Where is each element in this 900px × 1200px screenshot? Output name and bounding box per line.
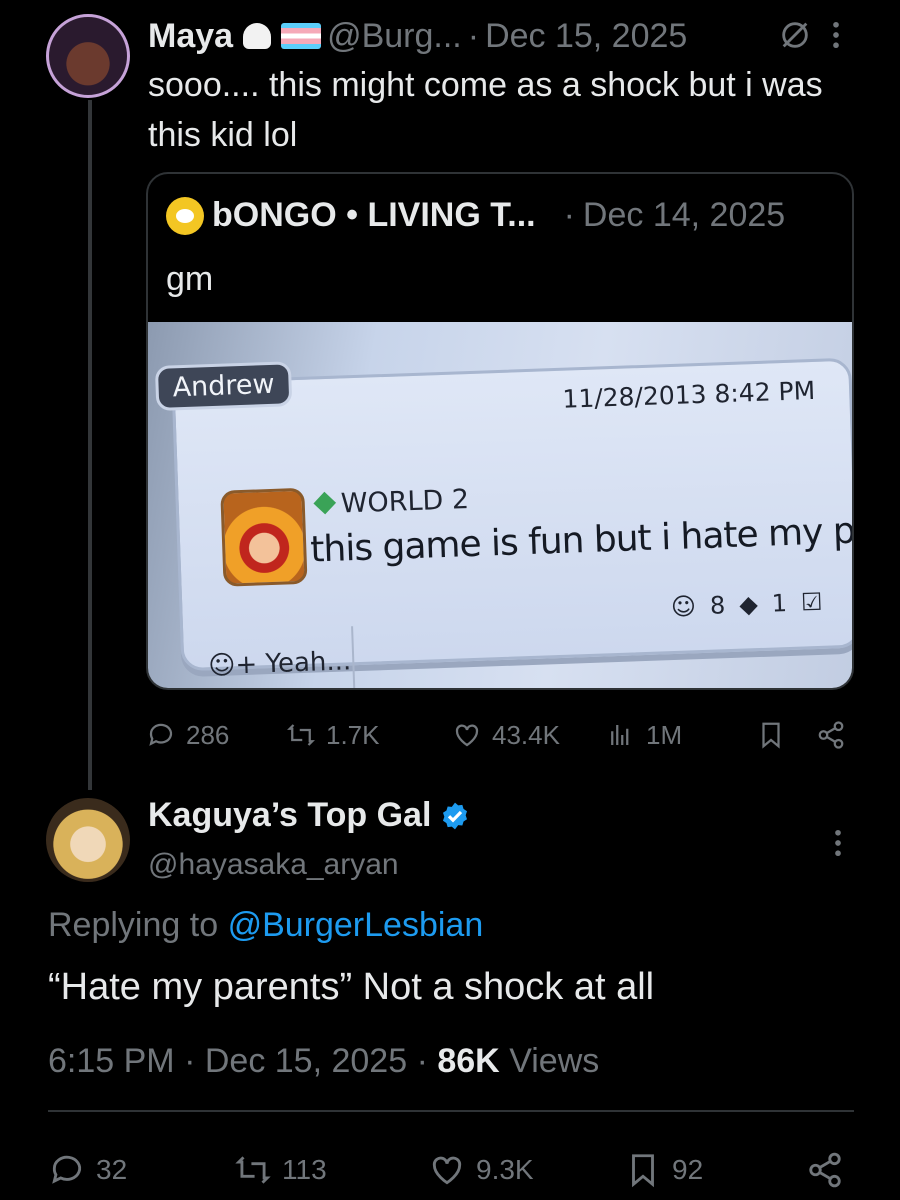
share-icon — [818, 721, 844, 749]
yeah-icon: ☺+ — [207, 649, 267, 682]
repost-count: 1.7K — [326, 719, 380, 750]
replying-to: Replying to @BurgerLesbian — [48, 906, 483, 945]
post-text: sooo.... this might come as a shock but … — [148, 66, 823, 154]
reply-icon — [149, 723, 173, 746]
separator: · — [416, 1042, 428, 1080]
share-button[interactable] — [806, 1146, 844, 1194]
post-header: Maya @Burg... · Dec 15, 2025 — [148, 14, 687, 58]
repost-button[interactable]: 113 — [234, 1146, 327, 1194]
views-button[interactable]: 1M — [606, 712, 682, 758]
separator: · — [184, 1042, 196, 1080]
ghost-emoji-icon — [239, 21, 275, 51]
views-count: 1M — [646, 719, 683, 750]
reply-button[interactable]: 286 — [146, 712, 229, 758]
comment-icon: ◆ — [738, 590, 759, 619]
quote-text: gm — [166, 260, 214, 298]
like-count: 43.4K — [492, 719, 560, 750]
trans-flag-icon — [281, 23, 322, 49]
like-count: 9.3K — [476, 1154, 534, 1185]
post-date[interactable]: Dec 15, 2025 — [485, 17, 687, 56]
avatar[interactable] — [46, 14, 130, 98]
heart-icon — [455, 724, 479, 747]
reply-handle[interactable]: @hayasaka_aryan — [148, 848, 399, 882]
spoiler-icon: ☑ — [800, 587, 823, 617]
reply-avatar[interactable] — [46, 798, 130, 882]
replying-handle-link[interactable]: @BurgerLesbian — [228, 906, 484, 944]
reply-icon — [52, 1155, 82, 1184]
quote-photo[interactable]: 11/28/2013 8:42 PM WORLD 2 this game is … — [148, 322, 852, 688]
replying-prefix: Replying to — [48, 906, 219, 944]
hidden-reply-icon[interactable] — [778, 18, 812, 52]
repost-icon — [235, 1156, 271, 1184]
views-icon — [611, 725, 629, 745]
quote-header: bONGO • LIVING T... · Dec 14, 2025 — [166, 196, 785, 235]
separator: · — [563, 196, 575, 234]
handle[interactable]: @Burg... — [327, 17, 462, 56]
thread-connector — [88, 100, 92, 790]
heart-icon — [432, 1156, 462, 1185]
quoted-post[interactable]: bONGO • LIVING T... · Dec 14, 2025 gm 11… — [146, 172, 854, 690]
photo-timestamp: 11/28/2013 8:42 PM — [561, 375, 816, 414]
reply-header: Kaguya’s Top Gal — [148, 796, 471, 835]
reply-count: 286 — [186, 719, 230, 750]
reply-date[interactable]: Dec 15, 2025 — [205, 1042, 407, 1080]
repost-count: 113 — [282, 1154, 327, 1185]
game-label: WORLD 2 — [316, 484, 469, 520]
repost-icon — [287, 724, 315, 746]
bookmark-button[interactable]: 92 — [624, 1146, 703, 1194]
yeah-button: ☺+ Yeah... — [193, 626, 356, 688]
share-button[interactable] — [816, 712, 846, 758]
bookmark-button[interactable] — [756, 712, 786, 758]
yeah-label: Yeah... — [264, 646, 352, 680]
quote-avatar — [166, 196, 204, 235]
share-icon — [809, 1152, 841, 1188]
reply-count: 32 — [96, 1154, 128, 1185]
post-actions: 286 1.7K 43.4K 1M — [146, 712, 856, 758]
more-icon[interactable] — [828, 826, 848, 860]
display-name[interactable]: Maya — [148, 17, 233, 56]
repost-button[interactable]: 1.7K — [286, 712, 380, 758]
bookmark-icon — [762, 722, 780, 749]
reply-display-name[interactable]: Kaguya’s Top Gal — [148, 796, 431, 835]
bookmark-count: 92 — [672, 1154, 704, 1185]
verified-badge-icon — [443, 802, 468, 829]
mario-icon — [220, 487, 308, 587]
quote-date: Dec 14, 2025 — [582, 196, 786, 234]
yeah-count: 8 — [709, 591, 726, 620]
quote-display-name: bONGO • LIVING T... — [212, 196, 536, 234]
reply-meta: 6:15 PM · Dec 15, 2025 · 86K Views — [48, 1042, 599, 1081]
like-button[interactable]: 9.3K — [428, 1146, 534, 1194]
yeah-count-icon: ☺ — [670, 592, 697, 622]
reply-text: “Hate my parents” Not a shock at all — [48, 966, 655, 1008]
more-icon[interactable] — [826, 18, 846, 52]
reply-views-label: Views — [509, 1042, 600, 1080]
bookmark-icon — [632, 1154, 654, 1188]
like-button[interactable]: 43.4K — [452, 712, 560, 758]
reply-views-count: 86K — [437, 1042, 500, 1080]
separator: · — [467, 16, 480, 55]
comment-count: 1 — [771, 589, 788, 618]
reply-button[interactable]: 32 — [48, 1146, 127, 1194]
reply-actions: 32 113 9.3K 92 — [48, 1146, 854, 1194]
photo-stats: ☺ 8 ◆ 1 ☑ — [671, 588, 823, 621]
reply-time[interactable]: 6:15 PM — [48, 1042, 175, 1080]
divider — [48, 1110, 854, 1112]
photo-user-tag: Andrew — [154, 361, 293, 411]
